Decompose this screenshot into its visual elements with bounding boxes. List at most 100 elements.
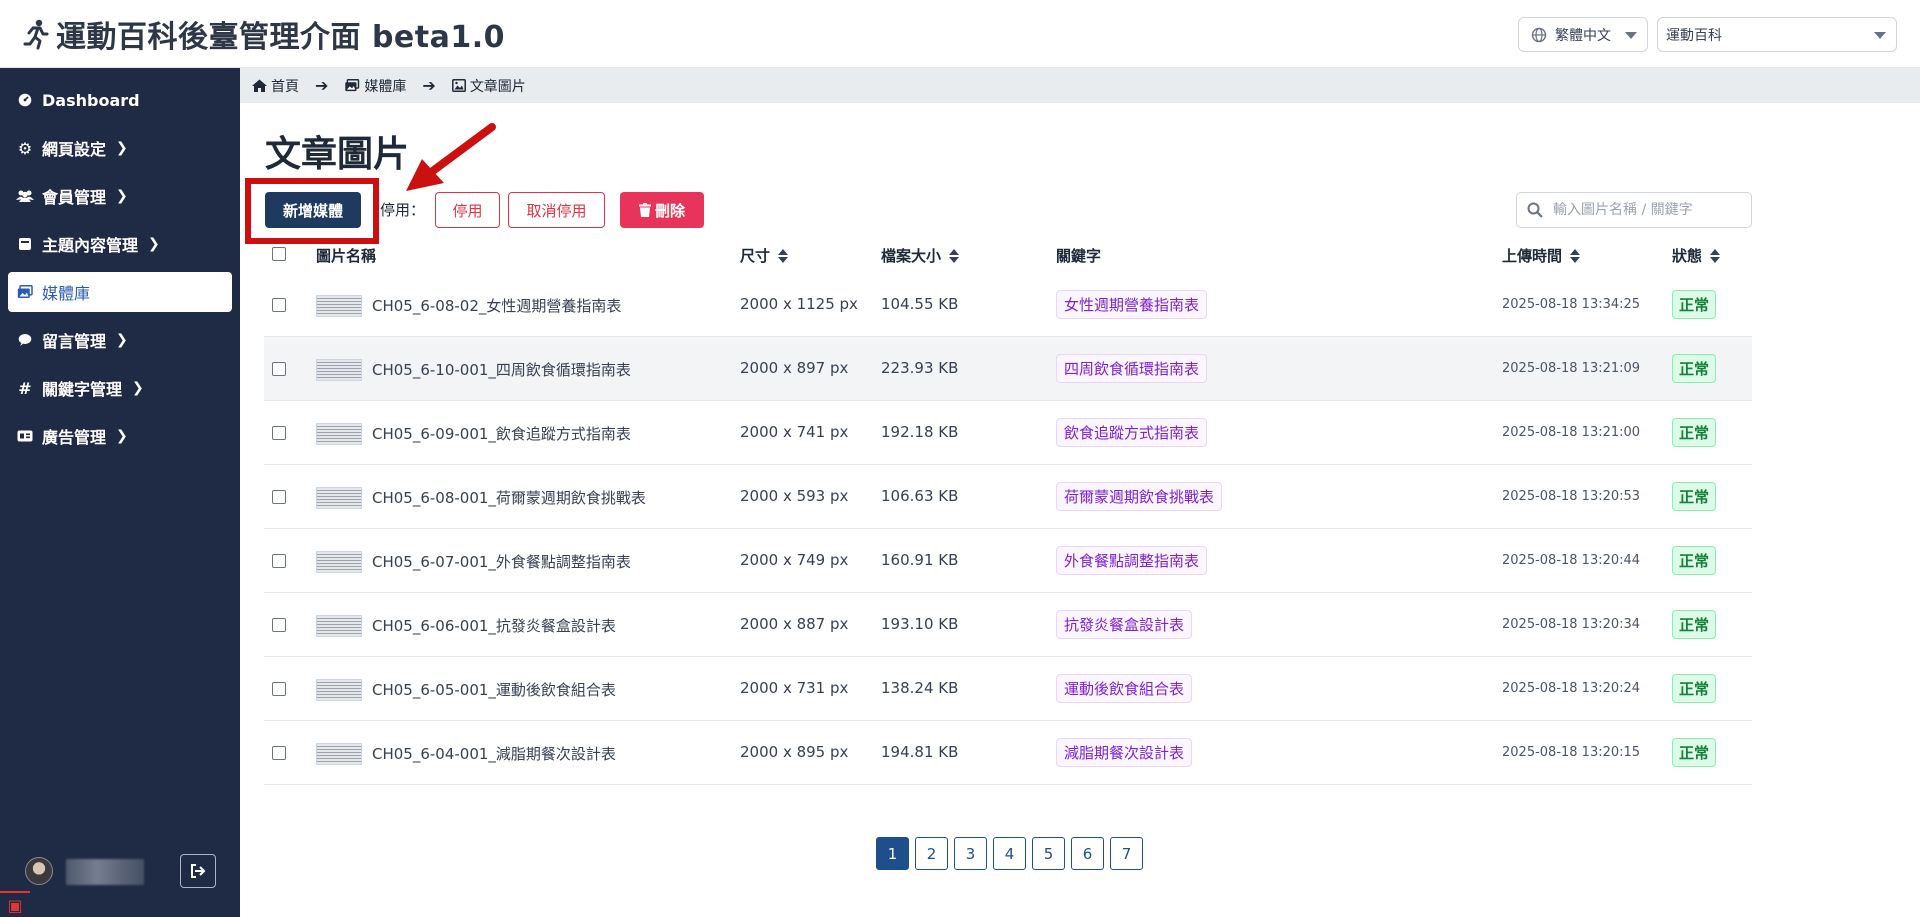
table-row[interactable]: CH05_6-08-001_荷爾蒙週期飲食挑戰表 2000 x 593 px 1…: [264, 465, 1752, 529]
sidebar-item-media[interactable]: 媒體庫: [8, 272, 232, 312]
table-row[interactable]: CH05_6-08-02_女性週期營養指南表 2000 x 1125 px 10…: [264, 273, 1752, 337]
image-thumbnail[interactable]: [316, 487, 362, 509]
page-button[interactable]: 7: [1110, 837, 1143, 870]
undisable-button[interactable]: 取消停用: [508, 192, 605, 228]
chevron-down-icon: [1625, 32, 1637, 39]
page-button[interactable]: 2: [915, 837, 948, 870]
image-thumbnail[interactable]: [316, 423, 362, 445]
keyword-badge[interactable]: 四周飲食循環指南表: [1056, 354, 1208, 383]
image-size: 2000 x 731 px: [740, 679, 849, 697]
search-input[interactable]: [1553, 202, 1743, 218]
row-checkbox[interactable]: [272, 682, 286, 696]
image-name: CH05_6-04-001_減脂期餐次設計表: [372, 745, 616, 763]
column-label: 尺寸: [740, 247, 771, 265]
image-thumbnail[interactable]: [316, 743, 362, 765]
image-thumbnail[interactable]: [316, 551, 362, 573]
table-row[interactable]: CH05_6-10-001_四周飲食循環指南表 2000 x 897 px 22…: [264, 337, 1752, 401]
image-name: CH05_6-05-001_運動後飲食組合表: [372, 681, 616, 699]
keyword-badge[interactable]: 荷爾蒙週期飲食挑戰表: [1056, 482, 1223, 511]
sidebar-item-dashboard[interactable]: Dashboard: [8, 80, 232, 120]
keyword-badge[interactable]: 女性週期營養指南表: [1056, 290, 1208, 319]
table-row[interactable]: CH05_6-09-001_飲食追蹤方式指南表 2000 x 741 px 19…: [264, 401, 1752, 465]
sidebar-item-content[interactable]: 主題內容管理 ❯: [8, 224, 232, 264]
delete-button[interactable]: 刪除: [620, 192, 704, 228]
laravel-icon[interactable]: ▣: [0, 891, 30, 917]
arrow-right-icon: ➔: [315, 76, 329, 95]
file-size: 160.91 KB: [881, 551, 959, 569]
annotation-arrow-icon: [406, 123, 496, 191]
disable-label: 停用：: [380, 201, 426, 219]
brand[interactable]: 運動百科後臺管理介面 beta1.0: [22, 12, 505, 56]
breadcrumb-label: 首頁: [271, 78, 299, 95]
column-header-filesize[interactable]: 檔案大小: [881, 245, 960, 266]
table-row[interactable]: CH05_6-07-001_外食餐點調整指南表 2000 x 749 px 16…: [264, 529, 1752, 593]
table-row[interactable]: CH05_6-04-001_減脂期餐次設計表 2000 x 895 px 194…: [264, 721, 1752, 785]
image-thumbnail[interactable]: [316, 679, 362, 701]
keyword-badge[interactable]: 飲食追蹤方式指南表: [1056, 418, 1208, 447]
status-badge: 正常: [1672, 674, 1717, 703]
language-value: 繁體中文: [1555, 27, 1611, 44]
sidebar-item-comments[interactable]: 留言管理 ❯: [8, 320, 232, 360]
images-icon: [16, 285, 34, 299]
page-button[interactable]: 4: [993, 837, 1026, 870]
column-header-uploaded[interactable]: 上傳時間: [1502, 245, 1581, 266]
sidebar-item-label: 媒體庫: [42, 284, 91, 303]
image-name: CH05_6-09-001_飲食追蹤方式指南表: [372, 425, 631, 443]
sidebar-item-settings[interactable]: ⚙ 網頁設定 ❯: [8, 128, 232, 168]
sort-icon[interactable]: [778, 248, 789, 263]
chevron-down-icon: [1874, 32, 1886, 39]
row-checkbox[interactable]: [272, 362, 286, 376]
sort-icon[interactable]: [1710, 248, 1721, 263]
breadcrumb-media[interactable]: 媒體庫: [344, 76, 406, 96]
image-size: 2000 x 593 px: [740, 487, 849, 505]
sort-icon[interactable]: [1570, 248, 1581, 263]
image-thumbnail[interactable]: [316, 615, 362, 637]
file-size: 192.18 KB: [881, 423, 959, 441]
sort-icon[interactable]: [949, 248, 960, 263]
disable-button[interactable]: 停用: [435, 192, 500, 228]
file-size: 223.93 KB: [881, 359, 959, 377]
sidebar-item-ads[interactable]: 廣告管理 ❯: [8, 416, 232, 456]
select-all-checkbox[interactable]: [272, 247, 286, 261]
image-thumbnail[interactable]: [316, 295, 362, 317]
avatar[interactable]: [25, 857, 53, 885]
sidebar-item-members[interactable]: 會員管理 ❯: [8, 176, 232, 216]
row-checkbox[interactable]: [272, 618, 286, 632]
page-button[interactable]: 3: [954, 837, 987, 870]
upload-time: 2025-08-18 13:21:00: [1502, 425, 1641, 440]
chevron-right-icon: ❯: [116, 428, 128, 444]
image-thumbnail[interactable]: [316, 359, 362, 381]
site-select[interactable]: 運動百科: [1657, 17, 1897, 52]
page-button[interactable]: 1: [876, 837, 909, 870]
home-icon: [252, 79, 267, 92]
row-checkbox[interactable]: [272, 554, 286, 568]
keyword-badge[interactable]: 抗發炎餐盒設計表: [1056, 610, 1193, 639]
upload-time: 2025-08-18 13:20:34: [1502, 617, 1641, 632]
row-checkbox[interactable]: [272, 490, 286, 504]
delete-label: 刪除: [654, 201, 685, 220]
column-header-status[interactable]: 狀態: [1672, 245, 1721, 266]
add-media-button[interactable]: 新增媒體: [265, 192, 361, 228]
row-checkbox[interactable]: [272, 426, 286, 440]
sidebar-item-label: 會員管理: [42, 188, 107, 207]
page-button[interactable]: 6: [1071, 837, 1104, 870]
image-name: CH05_6-06-001_抗發炎餐盒設計表: [372, 617, 616, 635]
column-label: 狀態: [1672, 247, 1703, 265]
file-size: 194.81 KB: [881, 743, 959, 761]
keyword-badge[interactable]: 外食餐點調整指南表: [1056, 546, 1208, 575]
page-button[interactable]: 5: [1032, 837, 1065, 870]
breadcrumb-home[interactable]: 首頁: [252, 76, 299, 96]
language-select[interactable]: 繁體中文: [1518, 17, 1648, 52]
keyword-badge[interactable]: 減脂期餐次設計表: [1056, 738, 1193, 767]
table-row[interactable]: CH05_6-05-001_運動後飲食組合表 2000 x 731 px 138…: [264, 657, 1752, 721]
sidebar-item-keywords[interactable]: # 關鍵字管理 ❯: [8, 368, 232, 408]
column-header-size[interactable]: 尺寸: [740, 245, 789, 266]
search-box[interactable]: [1516, 192, 1752, 228]
row-checkbox[interactable]: [272, 746, 286, 760]
keyword-badge[interactable]: 運動後飲食組合表: [1056, 674, 1193, 703]
arrow-right-icon: ➔: [422, 76, 436, 95]
row-checkbox[interactable]: [272, 298, 286, 312]
column-label: 關鍵字: [1056, 247, 1102, 265]
logout-button[interactable]: [180, 854, 216, 888]
table-row[interactable]: CH05_6-06-001_抗發炎餐盒設計表 2000 x 887 px 193…: [264, 593, 1752, 657]
